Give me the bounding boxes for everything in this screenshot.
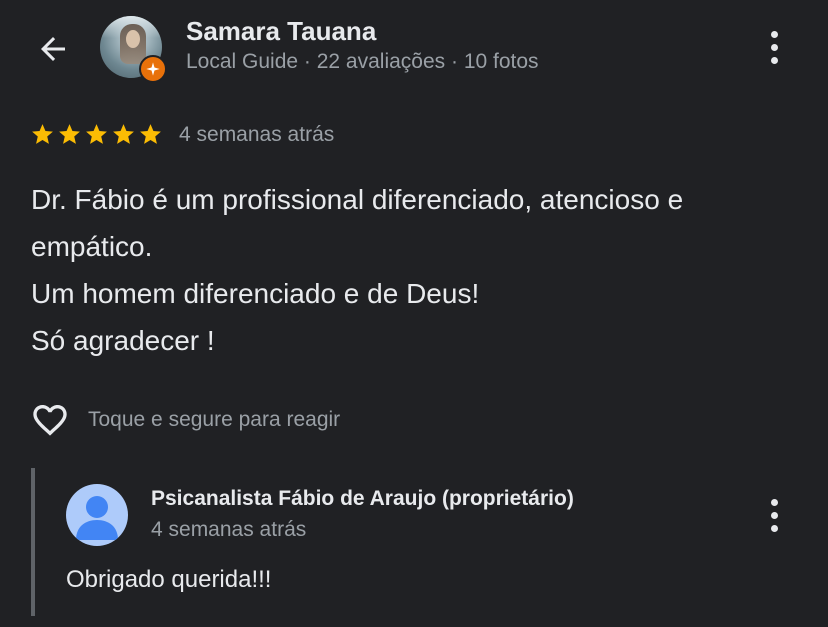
review-text-line: Um homem diferenciado e de Deus! [31, 278, 480, 309]
owner-name: Psicanalista Fábio de Araujo (proprietár… [151, 487, 574, 510]
reply-more-options-button[interactable] [762, 495, 786, 535]
star-icon [86, 124, 107, 144]
owner-reply-date: 4 semanas atrás [151, 518, 307, 541]
review-text-line: empático. [31, 231, 153, 262]
more-vert-icon [770, 30, 778, 38]
owner-reply-text: Obrigado querida!!! [66, 566, 272, 593]
star-icon [32, 124, 53, 144]
react-label: Toque e segure para reagir [88, 408, 341, 431]
reply-divider [31, 468, 35, 616]
owner-avatar[interactable] [66, 484, 128, 546]
star-icon [140, 124, 161, 144]
reviewer-avatar[interactable] [100, 16, 167, 83]
heart-outline-icon [33, 405, 67, 436]
local-guide-star-icon [139, 55, 167, 83]
reviewer-meta: Local Guide · 22 avaliações · 10 fotos [186, 50, 539, 73]
star-icon [59, 124, 80, 144]
star-rating [30, 122, 163, 147]
more-vert-icon [770, 498, 778, 506]
review-more-options-button[interactable] [762, 27, 786, 67]
review-text-line: Dr. Fábio é um profissional diferenciado… [31, 184, 684, 215]
default-person-icon [76, 496, 118, 540]
review-text-line: Só agradecer ! [31, 325, 215, 356]
back-button[interactable] [30, 26, 76, 72]
arrow-back-icon [41, 37, 65, 61]
review-date: 4 semanas atrás [179, 122, 335, 146]
react-button[interactable]: Toque e segure para reagir [30, 400, 340, 440]
rating-row: 4 semanas atrás [30, 122, 334, 147]
reviewer-name[interactable]: Samara Tauana [186, 16, 376, 47]
star-icon [113, 124, 134, 144]
review-text: Dr. Fábio é um profissional diferenciado… [31, 176, 801, 364]
